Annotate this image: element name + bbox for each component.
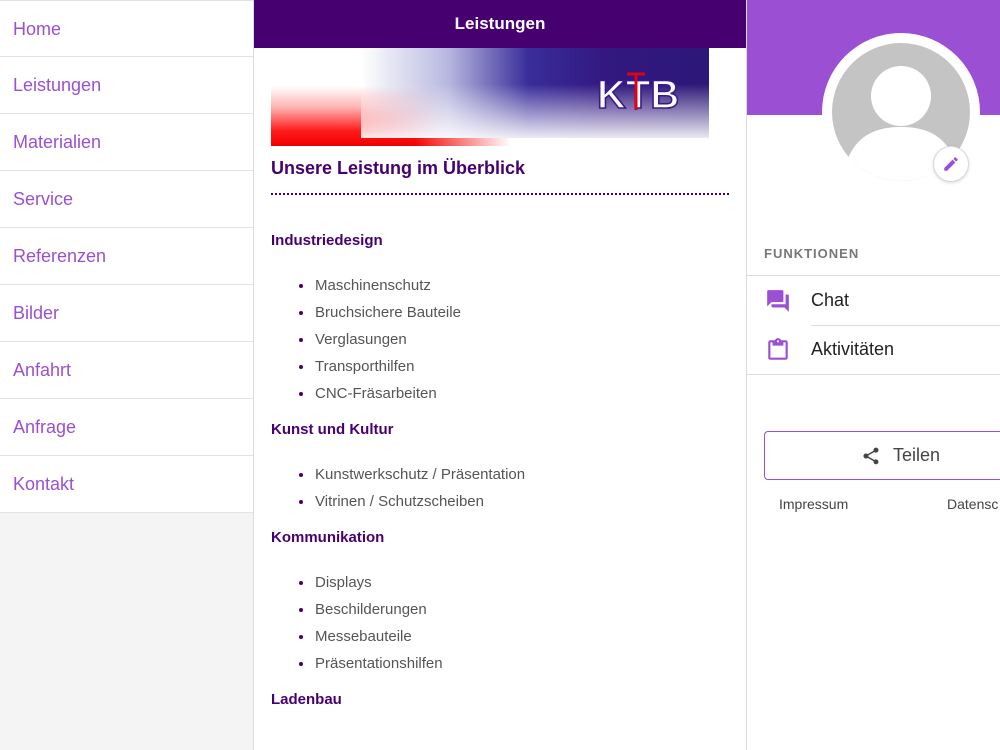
svg-text:KTB: KTB: [597, 73, 679, 116]
page-title: Unsere Leistung im Überblick: [271, 158, 729, 195]
content-panel: Leistungen KTB Unsere Leistung im Überbl…: [254, 0, 747, 750]
chat-icon: [747, 288, 811, 314]
section-industriedesign: Industriedesign Maschinenschutz Bruchsic…: [271, 232, 729, 412]
list-item: Messebauteile: [299, 628, 729, 655]
content-header: Leistungen: [254, 0, 746, 48]
profile-panel: FUNKTIONEN Chat Aktivitäten Teilen Impre…: [747, 0, 1000, 750]
functions-label: FUNKTIONEN: [764, 246, 860, 261]
nav-item-home[interactable]: Home: [0, 0, 253, 57]
function-label: Aktivitäten: [811, 339, 895, 359]
list-item: Maschinenschutz: [299, 277, 729, 304]
list-item: Präsentationshilfen: [299, 655, 729, 682]
nav-item-leistungen[interactable]: Leistungen: [0, 57, 253, 114]
list-item: Displays: [299, 574, 729, 601]
section-kunst-und-kultur: Kunst und Kultur Kunstwerkschutz / Präse…: [271, 421, 729, 520]
list-item: Transporthilfen: [299, 358, 729, 385]
share-button[interactable]: Teilen: [764, 431, 1000, 480]
list-item: Verglasungen: [299, 331, 729, 358]
nav-list: Home Leistungen Materialien Service Refe…: [0, 0, 253, 513]
pencil-icon: [944, 157, 958, 171]
section-title: Ladenbau: [271, 691, 342, 708]
section-list: Displays Beschilderungen Messebauteile P…: [271, 574, 729, 682]
nav-item-kontakt[interactable]: Kontakt: [0, 456, 253, 513]
nav-item-materialien[interactable]: Materialien: [0, 114, 253, 171]
nav-item-anfahrt[interactable]: Anfahrt: [0, 342, 253, 399]
function-aktivitaeten[interactable]: Aktivitäten: [747, 325, 1000, 374]
list-item: Beschilderungen: [299, 601, 729, 628]
section-kommunikation: Kommunikation Displays Beschilderungen M…: [271, 529, 729, 682]
datenschutz-link[interactable]: Datensc: [947, 496, 998, 512]
list-item: Kunstwerkschutz / Präsentation: [299, 466, 729, 493]
section-list: Maschinenschutz Bruchsichere Bauteile Ve…: [271, 277, 729, 412]
clipboard-icon: [747, 337, 811, 363]
function-chat[interactable]: Chat: [747, 276, 1000, 325]
sidebar-nav: Home Leistungen Materialien Service Refe…: [0, 0, 254, 750]
list-item: Vitrinen / Schutzscheiben: [299, 493, 729, 520]
share-icon: [863, 447, 879, 464]
section-title: Industriedesign: [271, 232, 383, 249]
nav-item-anfrage[interactable]: Anfrage: [0, 399, 253, 456]
list-item: CNC-Fräsarbeiten: [299, 385, 729, 412]
edit-avatar-button[interactable]: [933, 146, 969, 182]
ktb-logo: KTB: [597, 72, 680, 116]
functions-list: Chat Aktivitäten: [747, 275, 1000, 375]
impressum-link[interactable]: Impressum: [779, 496, 848, 512]
nav-item-referenzen[interactable]: Referenzen: [0, 228, 253, 285]
nav-item-bilder[interactable]: Bilder: [0, 285, 253, 342]
share-label: Teilen: [893, 445, 941, 465]
nav-item-service[interactable]: Service: [0, 171, 253, 228]
section-title: Kunst und Kultur: [271, 421, 394, 438]
function-label: Chat: [811, 290, 850, 310]
company-banner: KTB: [271, 48, 709, 146]
list-item: Bruchsichere Bauteile: [299, 304, 729, 331]
section-ladenbau: Ladenbau: [271, 691, 729, 708]
section-title: Kommunikation: [271, 529, 385, 546]
section-list: Kunstwerkschutz / Präsentation Vitrinen …: [271, 466, 729, 520]
